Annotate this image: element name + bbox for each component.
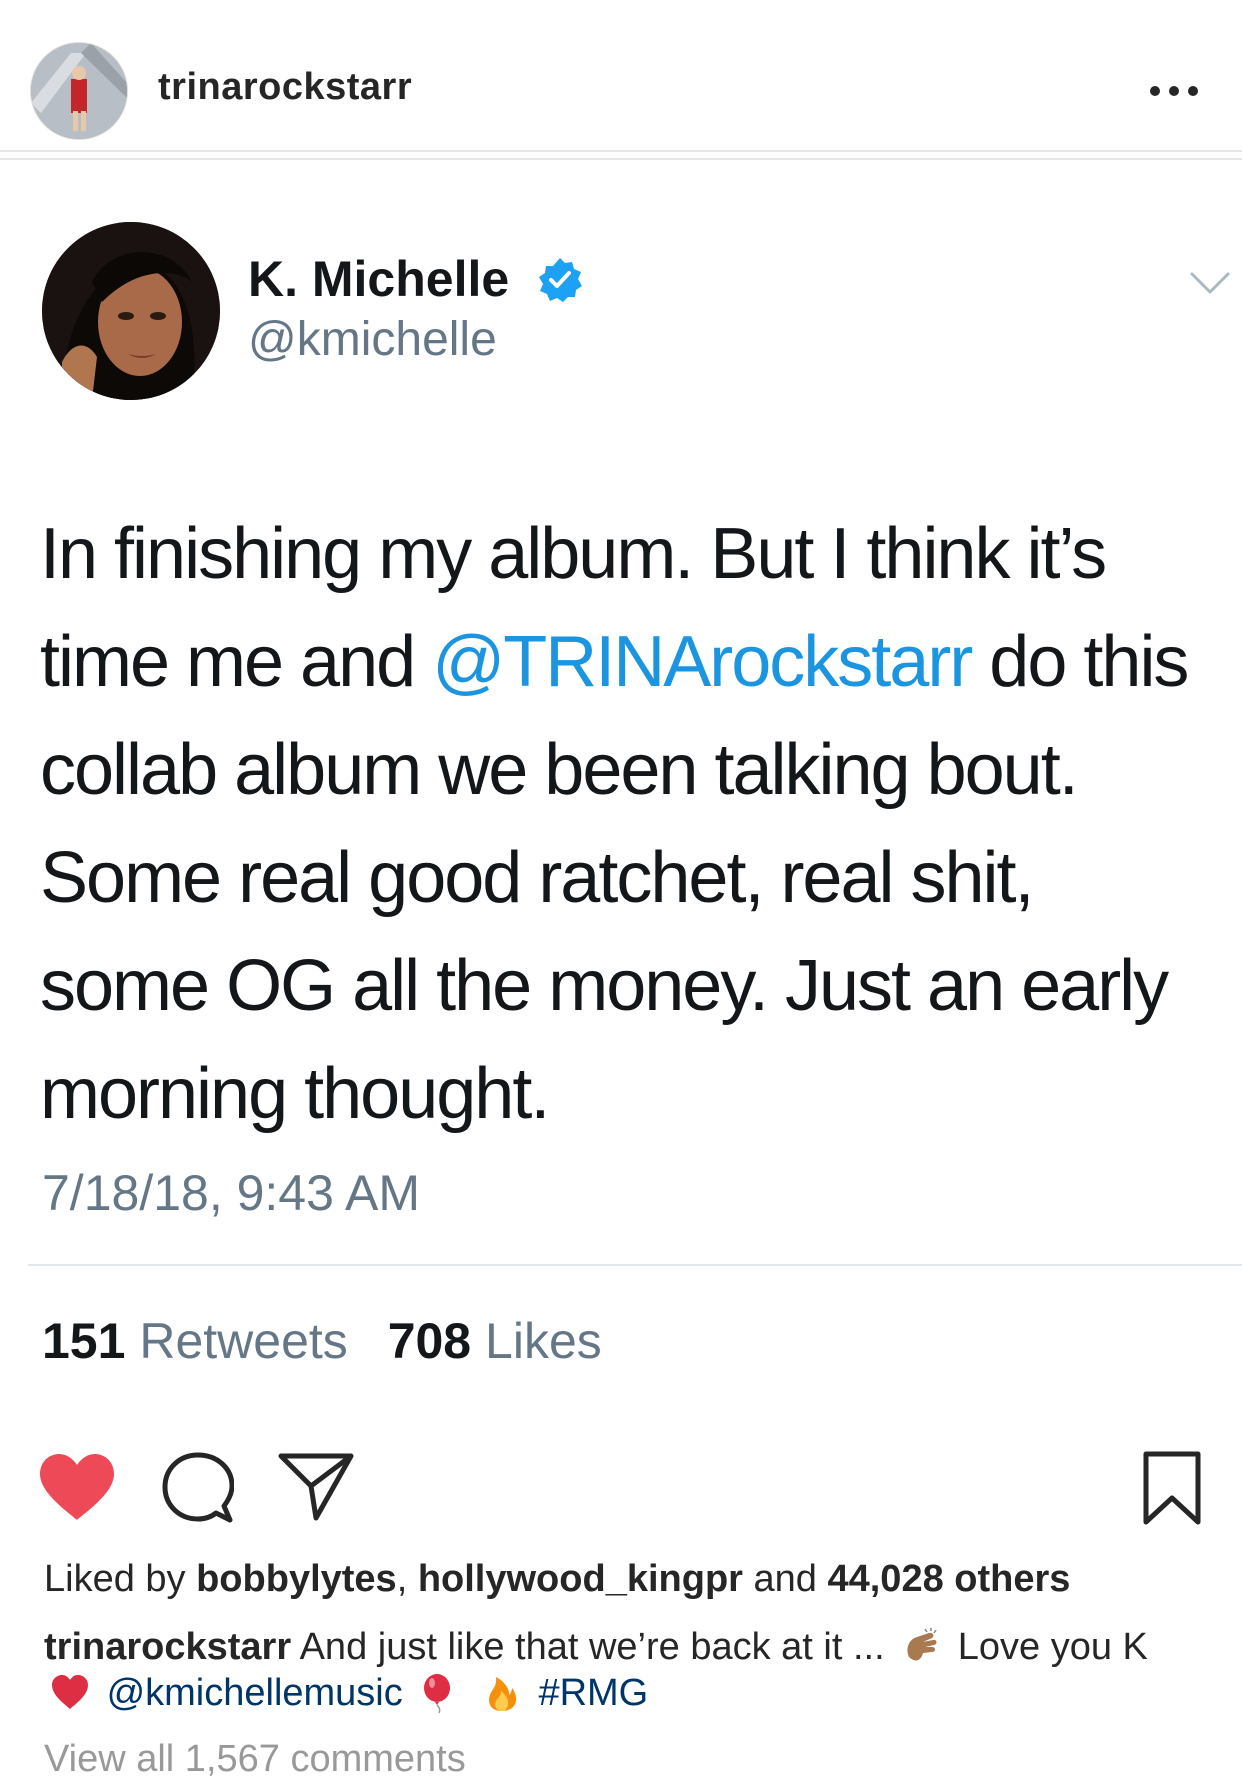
tweet-text-fragment: time me and: [40, 622, 433, 702]
avatar[interactable]: [30, 42, 128, 140]
bookmark-icon[interactable]: [1142, 1450, 1202, 1526]
tweet-avatar: [42, 222, 220, 400]
tweet-text-line: some OG all the money. Just an early: [40, 946, 1169, 1026]
likes-count: 708: [387, 1313, 472, 1369]
chevron-down-icon[interactable]: [1188, 268, 1232, 298]
likes-summary: Liked by bobbylytes, hollywood_kingpr an…: [44, 1558, 1070, 1601]
retweets-count: 151: [42, 1313, 126, 1369]
likes-label: Likes: [485, 1313, 602, 1369]
tweet-mention-link[interactable]: @TRINArockstarr: [432, 622, 973, 702]
tweet-text-line: morning thought.: [40, 1054, 550, 1134]
likes-separator: ,: [396, 1558, 418, 1600]
tweet-handle: @kmichelle: [248, 313, 497, 366]
tweet-timestamp: 7/18/18, 9:43 AM: [42, 1165, 421, 1221]
caption-text: And just like that we’re back at it ...: [291, 1626, 885, 1668]
tweet-text-line: collab album we been talking bout.: [40, 730, 1079, 810]
likes-and: and: [742, 1558, 828, 1600]
view-all-comments-link[interactable]: View all 1,567 comments: [44, 1738, 466, 1781]
tweet-text-line: Some real good ratchet, real shit,: [40, 838, 1035, 918]
divider: [0, 158, 1242, 160]
post-header: trinarockstarr: [0, 0, 1242, 180]
post-username[interactable]: trinarockstarr: [158, 66, 412, 109]
liker-username[interactable]: hollywood_kingpr: [418, 1558, 743, 1600]
verified-badge-icon: [539, 258, 582, 302]
caption-username[interactable]: trinarockstarr: [44, 1626, 291, 1668]
tweet-avatar-image: [42, 222, 220, 400]
red-heart-icon: [52, 1675, 88, 1709]
caption-mention-link[interactable]: @kmichellemusic: [107, 1672, 403, 1714]
heart-icon[interactable]: [38, 1452, 116, 1522]
tweet-text-fragment: do this: [971, 622, 1189, 702]
tweet-text-line: In finishing my album. But I think it’s: [40, 514, 1107, 594]
likes-others-link[interactable]: 44,028 others: [827, 1558, 1070, 1600]
retweets-label: Retweets: [139, 1313, 348, 1369]
caption-hashtag-link[interactable]: #RMG: [538, 1672, 648, 1714]
tweet-text-line: time me and @TRINArockstarr do this: [40, 608, 1210, 716]
liker-username[interactable]: bobbylytes: [196, 1558, 397, 1600]
tweet-display-name: K. Michelle: [248, 251, 510, 307]
more-horizontal-icon[interactable]: [1150, 86, 1198, 100]
divider: [0, 150, 1242, 152]
post-caption: trinarockstarr And just like that we’re …: [44, 1624, 1204, 1716]
comment-icon[interactable]: [162, 1452, 234, 1524]
caption-text: Love you K: [947, 1626, 1148, 1668]
divider: [28, 1264, 1242, 1266]
likes-prefix: Liked by: [44, 1558, 197, 1600]
tweet-stats: 151 Retweets 708 Likes: [42, 1312, 602, 1370]
tweet-text: In finishing my album. But I think it’s …: [40, 500, 1210, 1148]
share-icon[interactable]: [278, 1450, 354, 1522]
clapping-hands-icon: [907, 1628, 937, 1661]
fire-icon: [488, 1677, 517, 1711]
avatar-image: [31, 43, 127, 139]
balloon-icon: [424, 1674, 451, 1713]
